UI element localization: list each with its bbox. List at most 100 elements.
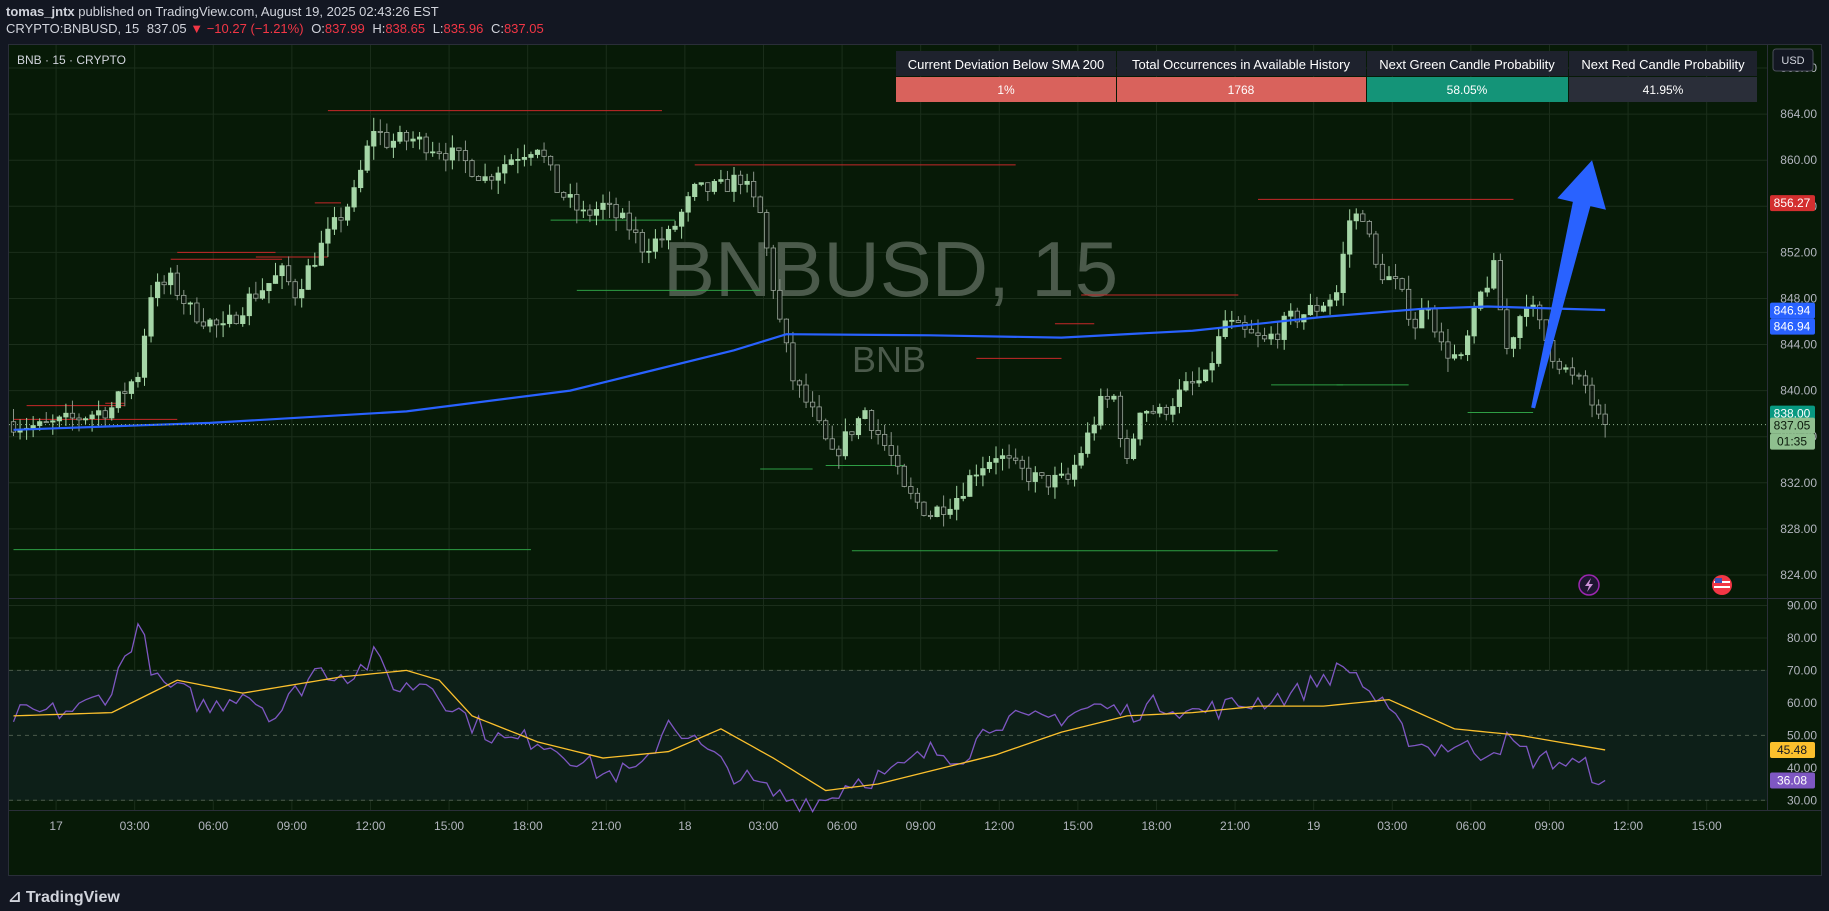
candle-body xyxy=(973,474,979,477)
candle-body xyxy=(279,265,285,277)
time-tick-label: 18:00 xyxy=(1141,819,1171,833)
candle-body xyxy=(711,180,717,192)
chart-canvas[interactable]: BNBUSD, 15 BNB 824.00828.00832.00836.008… xyxy=(9,45,1821,875)
candle-body xyxy=(436,151,442,154)
candle-body xyxy=(554,164,560,193)
candle-body xyxy=(475,176,482,181)
candle-body xyxy=(1432,308,1438,333)
time-tick-label: 03:00 xyxy=(120,819,150,833)
candle-body xyxy=(1235,319,1241,323)
candle-body xyxy=(1170,406,1176,415)
us-flag-icon[interactable] xyxy=(1712,575,1732,595)
candle-body xyxy=(1563,367,1569,370)
candle-body xyxy=(148,297,154,337)
candle-body xyxy=(679,211,685,227)
candle-body xyxy=(200,321,207,327)
table-header-green-prob: Next Green Candle Probability xyxy=(1379,57,1555,72)
candle-body xyxy=(1104,395,1110,400)
candle-body xyxy=(416,136,423,140)
candle-body xyxy=(1176,389,1182,407)
candle-body xyxy=(1072,464,1078,480)
candle-body xyxy=(351,187,357,208)
candle-body xyxy=(1327,299,1333,307)
candle-body xyxy=(882,434,888,446)
candle-body xyxy=(1039,472,1045,476)
author-name[interactable]: tomas_jntx xyxy=(6,4,75,19)
candle-body xyxy=(1130,438,1137,460)
candle-body xyxy=(1216,336,1222,364)
table-value-deviation: 1% xyxy=(997,83,1015,97)
rsi-tick-label: 90.00 xyxy=(1787,598,1817,612)
time-tick-label: 09:00 xyxy=(906,819,936,833)
candle-body xyxy=(639,232,645,253)
candle-body xyxy=(777,289,783,320)
candle-body xyxy=(1510,337,1517,349)
published-text: published on TradingView.com, August 19,… xyxy=(78,4,439,19)
lightning-icon[interactable] xyxy=(1578,574,1600,596)
candle-body xyxy=(541,149,547,157)
publish-line: tomas_jntx published on TradingView.com,… xyxy=(6,4,439,19)
candle-body xyxy=(672,225,678,230)
candle-body xyxy=(174,272,180,296)
candle-body xyxy=(692,183,698,198)
close-label: C: xyxy=(490,21,504,36)
candle-body xyxy=(115,391,121,409)
candle-body xyxy=(96,410,102,416)
chart-panel[interactable]: BNBUSD, 15 BNB 824.00828.00832.00836.008… xyxy=(8,44,1822,876)
candle-body xyxy=(502,164,508,174)
price-tick-label: 860.00 xyxy=(1780,153,1817,167)
candle-body xyxy=(312,264,318,267)
candle-body xyxy=(548,155,554,166)
candle-body xyxy=(1013,457,1019,461)
candle-body xyxy=(1065,473,1071,480)
candle-body xyxy=(430,151,436,154)
candle-body xyxy=(462,150,469,162)
tradingview-logo[interactable]: ⊿ TradingView xyxy=(8,887,120,907)
main-pane-bg xyxy=(9,45,1767,598)
rsi-tick-label: 70.00 xyxy=(1787,663,1817,677)
candle-body xyxy=(489,176,495,181)
candle-body xyxy=(888,445,894,456)
candle-body xyxy=(993,458,999,463)
candle-body xyxy=(449,147,455,161)
price-tick-label: 844.00 xyxy=(1780,338,1817,352)
close-value: 837.05 xyxy=(503,21,544,36)
price-axis: 824.00828.00832.00836.00840.00844.00848.… xyxy=(1770,61,1817,807)
candle-body xyxy=(266,283,272,292)
candle-body xyxy=(109,407,115,419)
candle-body xyxy=(1556,360,1562,370)
candle-body xyxy=(1006,455,1012,459)
candle-body xyxy=(56,416,62,422)
candle-body xyxy=(1451,354,1458,359)
candle-body xyxy=(1189,381,1196,384)
candle-body xyxy=(606,202,613,205)
candle-body xyxy=(43,421,49,424)
candle-body xyxy=(384,132,390,148)
candle-body xyxy=(724,179,731,192)
time-tick-label: 06:00 xyxy=(1456,819,1486,833)
candle-body xyxy=(1353,213,1359,222)
legend-title: BNB · 15 · CRYPTO xyxy=(17,53,126,67)
candle-body xyxy=(659,238,665,241)
candle-body xyxy=(128,381,134,394)
candle-body xyxy=(1255,332,1261,336)
candle-body xyxy=(947,508,953,515)
currency-button[interactable]: USD xyxy=(1772,48,1814,72)
high-label: H: xyxy=(372,21,386,36)
candle-body xyxy=(1288,310,1294,317)
price-change: −10.27 (−1.21%) xyxy=(206,21,304,36)
candle-body xyxy=(82,418,89,421)
candle-body xyxy=(1268,333,1274,340)
candle-body xyxy=(1144,410,1150,414)
time-tick-label: 06:00 xyxy=(827,819,857,833)
candle-body xyxy=(299,289,305,299)
rsi-tick-label: 80.00 xyxy=(1787,631,1817,645)
candle-body xyxy=(1471,307,1477,337)
candle-body xyxy=(358,169,364,189)
rsi-tick-label: 60.00 xyxy=(1787,696,1817,710)
candle-body xyxy=(1445,341,1451,359)
candle-body xyxy=(685,196,691,213)
candle-body xyxy=(521,156,528,160)
candle-body xyxy=(901,465,907,487)
candle-body xyxy=(187,302,193,305)
